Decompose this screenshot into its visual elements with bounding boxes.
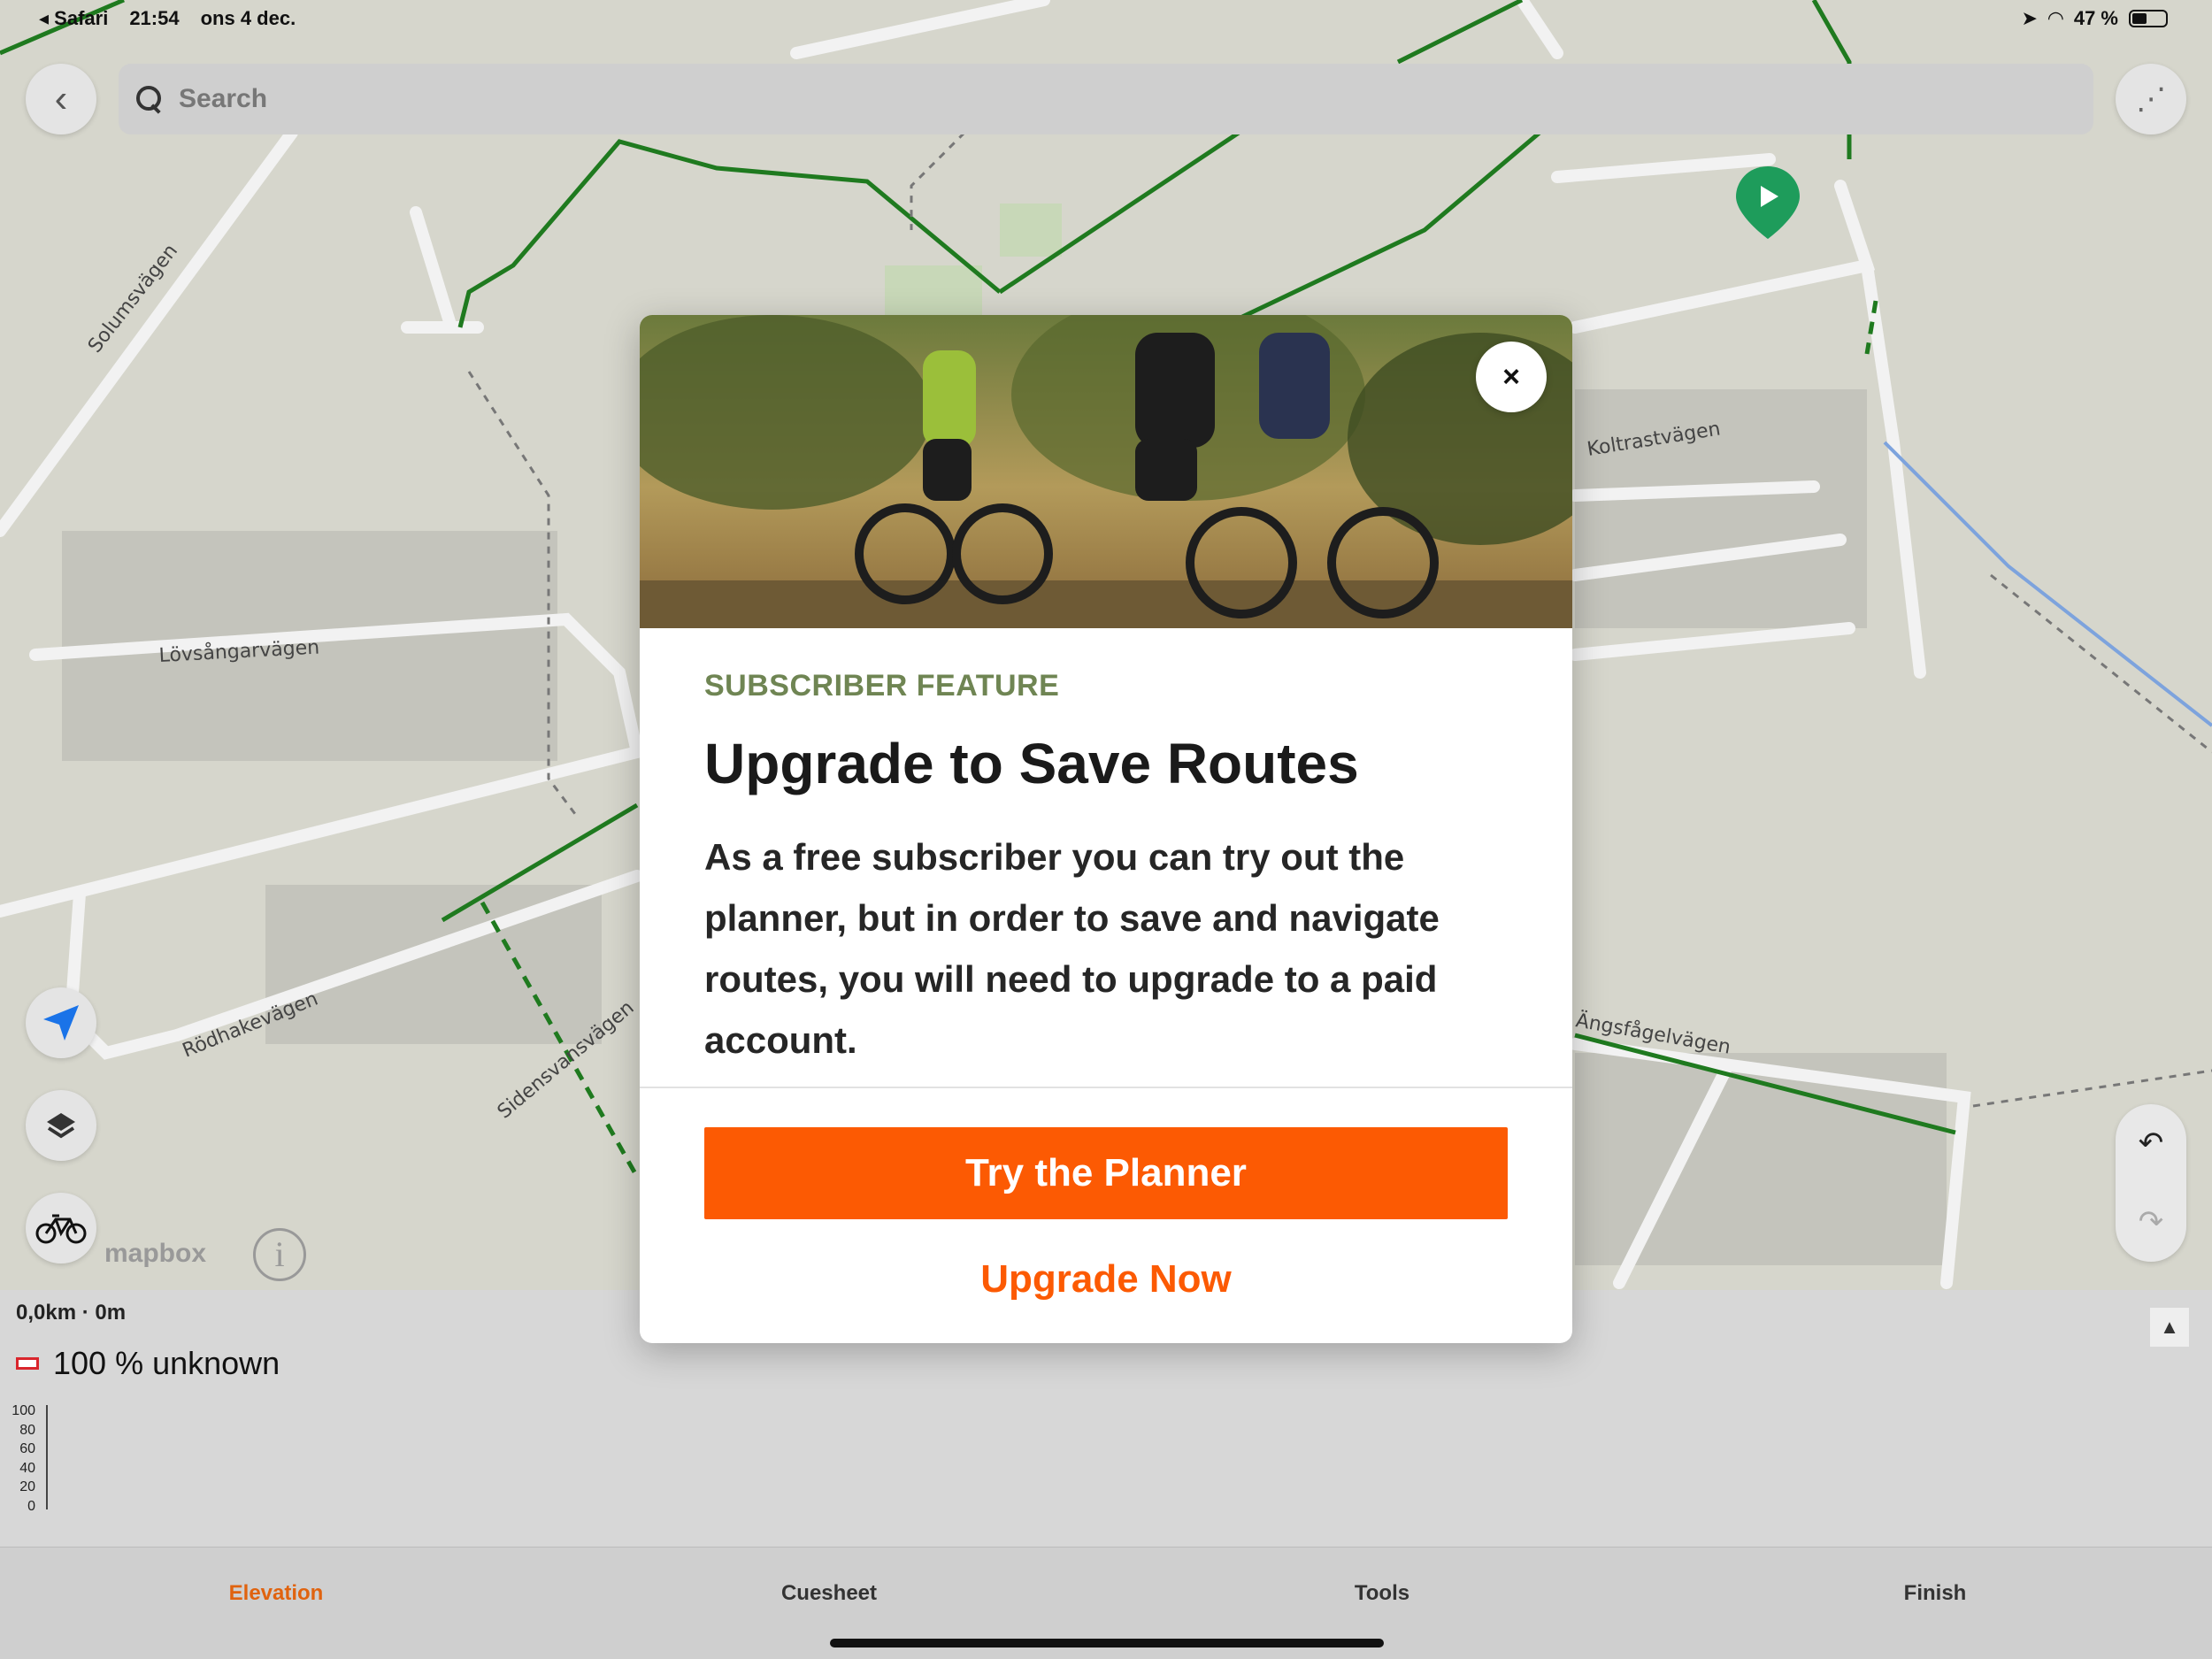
try-planner-button[interactable]: Try the Planner	[704, 1127, 1508, 1219]
route-points-icon: ⋰	[2136, 82, 2166, 116]
y-tick-label: 40	[19, 1460, 35, 1476]
status-time: 21:54	[129, 7, 180, 29]
bicycle-icon	[35, 1214, 87, 1244]
wifi-icon: ◠	[2047, 7, 2063, 29]
elevation-y-axis: 100 80 60 40 20 0	[9, 1403, 35, 1517]
cyclists-hero-image	[640, 315, 1572, 628]
surface-swatch	[16, 1357, 39, 1370]
y-tick-label: 100	[12, 1403, 35, 1418]
back-button[interactable]: ‹	[26, 64, 96, 134]
modal-title: Upgrade to Save Routes	[704, 732, 1359, 795]
layers-icon	[47, 1113, 75, 1139]
upgrade-now-button[interactable]: Upgrade Now	[704, 1244, 1508, 1315]
tab-cuesheet[interactable]: Cuesheet	[652, 1581, 1006, 1606]
y-tick-label: 20	[19, 1479, 35, 1494]
modal-body: As a free subscriber you can try out the…	[704, 836, 1440, 1061]
close-button[interactable]: ×	[1476, 342, 1547, 412]
search-input[interactable]	[179, 84, 2037, 114]
back-to-app-link[interactable]: ◂ Safari	[39, 7, 108, 30]
info-icon[interactable]: i	[253, 1228, 306, 1281]
undo-icon[interactable]: ↶	[2116, 1104, 2186, 1183]
surface-summary-label: 100 % unknown	[53, 1345, 280, 1381]
modal-divider	[640, 1087, 1572, 1088]
undo-redo-panel: ↶ ↷	[2116, 1104, 2186, 1262]
expand-panel-button[interactable]: ▲	[2150, 1308, 2189, 1347]
search-icon	[134, 84, 165, 114]
y-tick-label: 0	[27, 1498, 35, 1514]
status-bar: ◂ Safari 21:54 ons 4 dec. ➤ ◠ 47 %	[0, 0, 2212, 39]
modal-eyebrow: SUBSCRIBER FEATURE	[704, 669, 1060, 703]
status-date: ons 4 dec.	[200, 7, 296, 29]
location-arrow-icon: ➤	[2021, 7, 2038, 29]
map-layers-button[interactable]	[26, 1090, 96, 1161]
home-indicator[interactable]	[830, 1639, 1384, 1647]
chevron-left-icon: ‹	[54, 77, 68, 120]
tab-finish[interactable]: Finish	[1758, 1581, 2112, 1606]
tab-elevation[interactable]: Elevation	[99, 1581, 453, 1606]
upgrade-modal: × SUBSCRIBER FEATURE Upgrade to Save Rou…	[640, 315, 1572, 1343]
location-arrow-icon	[43, 1005, 79, 1041]
battery-icon	[2129, 10, 2168, 27]
locate-me-button[interactable]	[26, 987, 96, 1058]
route-distance: 0,0km · 0m	[16, 1301, 127, 1325]
surface-summary: 100 % unknown	[16, 1345, 280, 1382]
tab-tools[interactable]: Tools	[1205, 1581, 1559, 1606]
redo-icon[interactable]: ↷	[2116, 1183, 2186, 1262]
close-icon: ×	[1502, 359, 1520, 394]
mapbox-logo[interactable]: mapbox	[104, 1239, 206, 1269]
y-tick-label: 80	[19, 1422, 35, 1438]
y-tick-label: 60	[19, 1441, 35, 1456]
search-bar[interactable]	[119, 64, 2093, 134]
battery-percent: 47 %	[2073, 7, 2118, 29]
chevron-up-icon: ▲	[2160, 1316, 2179, 1338]
route-mode-bike-button[interactable]	[26, 1193, 96, 1263]
route-options-button[interactable]: ⋰	[2116, 64, 2186, 134]
elevation-axis-line	[46, 1405, 48, 1509]
